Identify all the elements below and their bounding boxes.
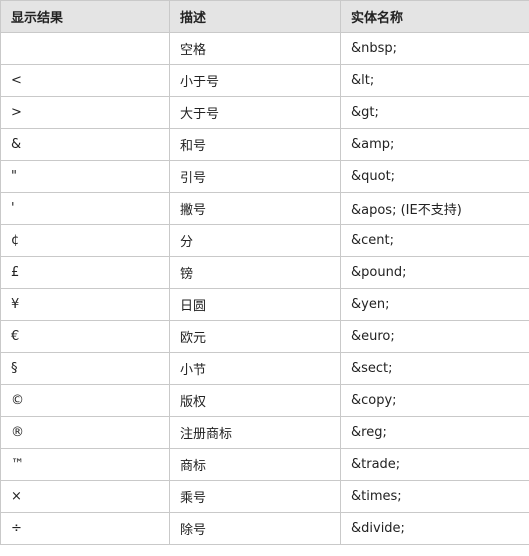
cell-entity-name: &amp; — [340, 128, 529, 161]
table-row: € 欧元 &euro; — [0, 320, 529, 353]
table-row: ¥ 日圆 &yen; — [0, 288, 529, 321]
column-header-result: 显示结果 — [0, 0, 170, 33]
cell-entity-name: &times; — [340, 480, 529, 513]
cell-description: 小节 — [169, 352, 341, 385]
cell-description: 撇号 — [169, 192, 341, 225]
cell-entity-name: &cent; — [340, 224, 529, 257]
cell-description: 日圆 — [169, 288, 341, 321]
table-row: " 引号 &quot; — [0, 160, 529, 193]
table-row: 空格 &nbsp; — [0, 32, 529, 65]
cell-result: £ — [0, 256, 170, 289]
cell-entity-name: &pound; — [340, 256, 529, 289]
table-row: ÷ 除号 &divide; — [0, 512, 529, 545]
cell-description: 小于号 — [169, 64, 341, 97]
cell-result: " — [0, 160, 170, 193]
cell-description: 欧元 — [169, 320, 341, 353]
cell-entity-name: &trade; — [340, 448, 529, 481]
table-row: © 版权 &copy; — [0, 384, 529, 417]
entity-table: 显示结果 描述 实体名称 空格 &nbsp; < 小于号 &lt; > 大于号 &gt; & 和号… — [0, 0, 529, 545]
cell-result: ™ — [0, 448, 170, 481]
table-row: & 和号 &amp; — [0, 128, 529, 161]
cell-result: ® — [0, 416, 170, 449]
cell-result: § — [0, 352, 170, 385]
table-row: ¢ 分 &cent; — [0, 224, 529, 257]
cell-entity-name: &euro; — [340, 320, 529, 353]
cell-entity-name: &apos; (IE不支持) — [340, 192, 529, 225]
table-header: 显示结果 描述 实体名称 — [0, 0, 529, 33]
cell-description: 和号 — [169, 128, 341, 161]
column-header-description: 描述 — [169, 0, 341, 33]
cell-description: 版权 — [169, 384, 341, 417]
table-row: £ 镑 &pound; — [0, 256, 529, 289]
cell-entity-name: &sect; — [340, 352, 529, 385]
cell-description: 空格 — [169, 32, 341, 65]
cell-description: 乘号 — [169, 480, 341, 513]
cell-result: ÷ — [0, 512, 170, 545]
cell-result: < — [0, 64, 170, 97]
cell-result: & — [0, 128, 170, 161]
cell-result: × — [0, 480, 170, 513]
table-row: × 乘号 &times; — [0, 480, 529, 513]
cell-entity-name: &copy; — [340, 384, 529, 417]
column-header-entity-name: 实体名称 — [340, 0, 529, 33]
cell-result: ¢ — [0, 224, 170, 257]
cell-description: 除号 — [169, 512, 341, 545]
cell-entity-name: &quot; — [340, 160, 529, 193]
cell-entity-name: &nbsp; — [340, 32, 529, 65]
cell-result: © — [0, 384, 170, 417]
table-row: ™ 商标 &trade; — [0, 448, 529, 481]
cell-description: 分 — [169, 224, 341, 257]
cell-entity-name: &gt; — [340, 96, 529, 129]
cell-description: 引号 — [169, 160, 341, 193]
cell-description: 商标 — [169, 448, 341, 481]
table-body: 空格 &nbsp; < 小于号 &lt; > 大于号 &gt; & 和号 &amp; " 引号 &quot… — [0, 32, 529, 545]
table-row: ' 撇号 &apos; (IE不支持) — [0, 192, 529, 225]
cell-result — [0, 32, 170, 65]
table-row: § 小节 &sect; — [0, 352, 529, 385]
table-row: < 小于号 &lt; — [0, 64, 529, 97]
cell-result: > — [0, 96, 170, 129]
cell-description: 大于号 — [169, 96, 341, 129]
cell-description: 镑 — [169, 256, 341, 289]
cell-result: ' — [0, 192, 170, 225]
cell-description: 注册商标 — [169, 416, 341, 449]
cell-entity-name: &yen; — [340, 288, 529, 321]
cell-entity-name: &divide; — [340, 512, 529, 545]
cell-entity-name: &reg; — [340, 416, 529, 449]
cell-result: € — [0, 320, 170, 353]
cell-result: ¥ — [0, 288, 170, 321]
header-row: 显示结果 描述 实体名称 — [0, 0, 529, 33]
table-row: ® 注册商标 &reg; — [0, 416, 529, 449]
table-row: > 大于号 &gt; — [0, 96, 529, 129]
cell-entity-name: &lt; — [340, 64, 529, 97]
